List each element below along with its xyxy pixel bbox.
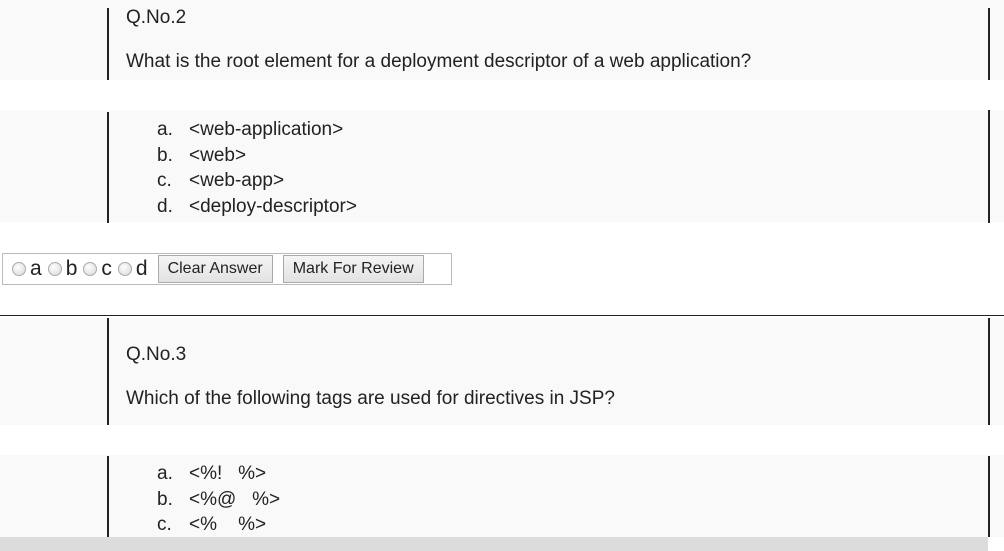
option-letter: b. <box>157 488 173 510</box>
option-text: <web-application> <box>189 119 344 140</box>
option-item: c. <% %> <box>157 512 280 538</box>
question-2-text: What is the root element for a deploymen… <box>126 51 752 72</box>
radio-b[interactable] <box>47 262 62 276</box>
option-letter: b. <box>157 144 173 166</box>
option-letter: c. <box>157 170 172 191</box>
question-3-number: Q.No.3 <box>126 344 187 365</box>
option-text: <deploy-descriptor> <box>189 195 357 217</box>
radio-a[interactable] <box>12 262 26 276</box>
mark-for-review-button[interactable]: Mark For Review <box>282 255 424 283</box>
question-2-options-left-border <box>107 112 109 223</box>
option-text: <%@ %> <box>189 488 281 510</box>
question-3-options-band <box>0 455 1004 537</box>
radio-a-label[interactable]: a <box>30 258 42 280</box>
option-text: <web> <box>189 144 247 166</box>
question-3-left-border <box>107 318 109 425</box>
question-2-options: a. <web-application> b. <web> c. <web-app> … <box>157 117 357 219</box>
option-letter: c. <box>157 514 172 535</box>
question-2-options-band <box>0 110 1004 222</box>
question-3-right-border <box>988 318 990 425</box>
option-letter: a. <box>157 463 173 484</box>
option-item: a. <%! %> <box>157 461 280 487</box>
question-3-options-right-border <box>988 456 990 537</box>
question-3-options: a. <%! %> b. <%@ %> c. <% %> <box>157 461 280 538</box>
question-separator <box>0 315 1004 316</box>
question-2-options-right-border <box>988 110 990 223</box>
option-item: b. <web> <box>157 143 357 169</box>
radio-d[interactable] <box>117 262 132 276</box>
option-letter: d. <box>157 195 173 217</box>
clear-answer-button[interactable]: Clear Answer <box>157 255 273 283</box>
horizontal-scrollbar[interactable] <box>0 537 988 551</box>
answer-bar: a b c d Clear Answer Mark For Review <box>2 253 452 285</box>
question-2-left-border <box>107 8 109 80</box>
option-text: <% %> <box>189 514 267 535</box>
option-item: d. <deploy-descriptor> <box>157 194 357 220</box>
option-text: <%! %> <box>189 463 267 484</box>
radio-c-label[interactable]: c <box>101 258 112 280</box>
radio-b-label[interactable]: b <box>66 258 78 280</box>
question-2-number: Q.No.2 <box>126 7 187 28</box>
radio-d-label[interactable]: d <box>136 258 148 280</box>
radio-c[interactable] <box>83 262 98 276</box>
option-item: b. <%@ %> <box>157 487 280 513</box>
option-text: <web-app> <box>189 170 285 191</box>
question-2-right-border <box>988 8 990 80</box>
option-item: a. <web-application> <box>157 117 357 143</box>
question-3-text: Which of the following tags are used for… <box>126 388 615 409</box>
option-letter: a. <box>157 119 173 140</box>
option-item: c. <web-app> <box>157 168 357 194</box>
question-3-options-left-border <box>107 456 109 537</box>
